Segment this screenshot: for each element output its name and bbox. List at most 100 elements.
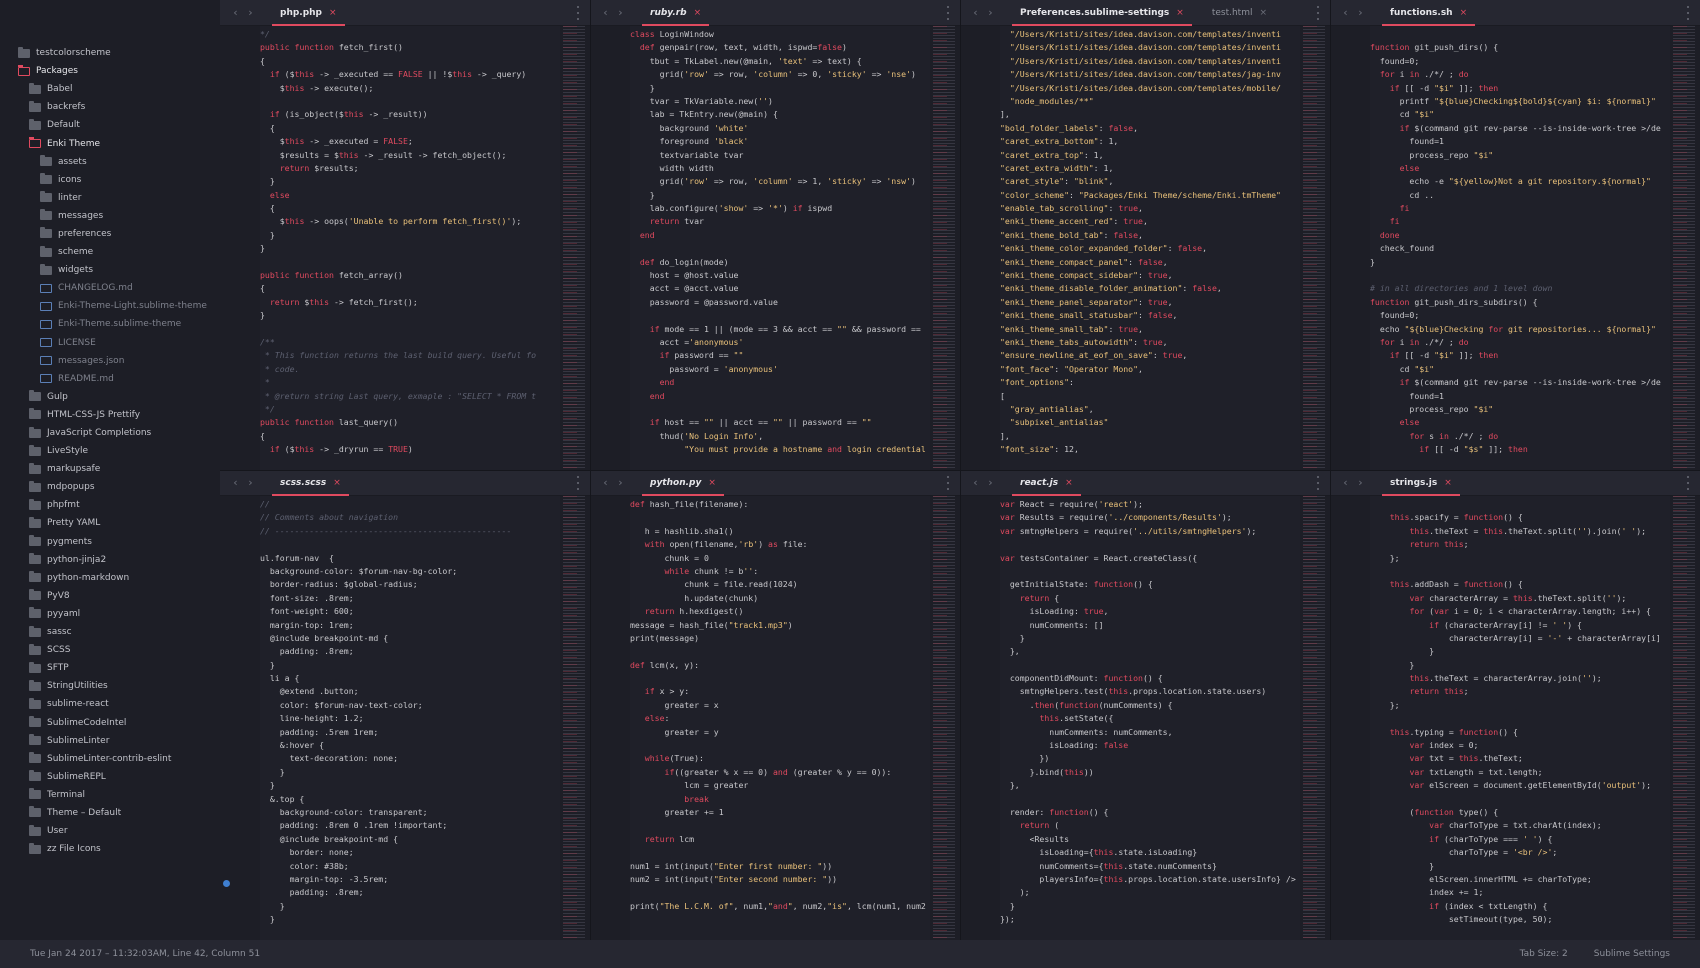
sidebar-folder[interactable]: icons <box>0 171 220 189</box>
sidebar-folder[interactable]: Gulp <box>0 388 220 406</box>
sidebar-folder[interactable]: phpfmt <box>0 496 220 514</box>
minimap[interactable] <box>560 496 590 940</box>
editor-tab[interactable]: test.html × <box>1198 0 1281 25</box>
sidebar-folder[interactable]: testcolorscheme <box>0 44 220 62</box>
sidebar-folder[interactable]: Babel <box>0 80 220 98</box>
chevron-left-icon[interactable]: ‹ <box>1343 476 1347 489</box>
editor-tab[interactable]: python.py × <box>636 470 730 496</box>
syntax-indicator[interactable]: Sublime Settings <box>1594 949 1670 959</box>
chevron-right-icon[interactable]: › <box>248 476 252 489</box>
close-tab-icon[interactable]: × <box>1444 478 1452 488</box>
minimap[interactable] <box>1300 26 1330 470</box>
sidebar-folder[interactable]: SublimeLinter <box>0 732 220 750</box>
more-options-icon[interactable] <box>577 6 580 20</box>
sidebar-file[interactable]: Enki-Theme-Light.sublime-theme <box>0 297 220 315</box>
sidebar-folder[interactable]: backrefs <box>0 98 220 116</box>
editor-pane[interactable]: ‹ › php.php × */public function fetch_first(… <box>220 0 590 470</box>
chevron-left-icon[interactable]: ‹ <box>233 6 237 19</box>
chevron-left-icon[interactable]: ‹ <box>1343 6 1347 19</box>
minimap[interactable] <box>1300 496 1330 940</box>
close-tab-icon[interactable]: × <box>1460 8 1468 18</box>
chevron-left-icon[interactable]: ‹ <box>973 6 977 19</box>
close-tab-icon[interactable]: × <box>1065 478 1073 488</box>
sidebar-folder[interactable]: markupsafe <box>0 460 220 478</box>
code-area[interactable]: function git_push_dirs() { found=0; for … <box>1370 28 1666 470</box>
close-tab-icon[interactable]: × <box>333 478 341 488</box>
more-options-icon[interactable] <box>1317 6 1320 20</box>
sidebar-file[interactable]: CHANGELOG.md <box>0 279 220 297</box>
sidebar-folder[interactable]: sublime-react <box>0 695 220 713</box>
editor-pane[interactable]: ‹ › functions.sh × function git_push_dirs() … <box>1330 0 1700 470</box>
close-tab-icon[interactable]: × <box>1176 8 1184 18</box>
more-options-icon[interactable] <box>1687 6 1690 20</box>
sidebar-file[interactable]: LICENSE <box>0 334 220 352</box>
sidebar-folder[interactable]: pygments <box>0 533 220 551</box>
editor-tab[interactable]: ruby.rb × <box>636 0 715 26</box>
sidebar-folder[interactable]: widgets <box>0 261 220 279</box>
sidebar-folder[interactable]: scheme <box>0 243 220 261</box>
sidebar-folder[interactable]: JavaScript Completions <box>0 424 220 442</box>
sidebar-folder[interactable]: python-jinja2 <box>0 551 220 569</box>
editor-pane[interactable]: ‹ › ruby.rb × class LoginWindow def genpair(… <box>590 0 960 470</box>
sidebar-folder[interactable]: SublimeCodeIntel <box>0 713 220 731</box>
code-area[interactable]: */ public function fetch_first() { if ($th… <box>260 28 556 470</box>
editor-pane[interactable]: ‹ › react.js × var React = require('react');… <box>960 470 1330 940</box>
sidebar-folder[interactable]: sassc <box>0 623 220 641</box>
sidebar-folder[interactable]: Default <box>0 116 220 134</box>
code-area[interactable]: var React = require('react'); var Results… <box>1000 498 1296 940</box>
more-options-icon[interactable] <box>1687 476 1690 490</box>
chevron-left-icon[interactable]: ‹ <box>603 6 607 19</box>
editor-pane[interactable]: ‹ › strings.js × this.spacify = function() … <box>1330 470 1700 940</box>
sidebar-file[interactable]: README.md <box>0 370 220 388</box>
chevron-left-icon[interactable]: ‹ <box>233 476 237 489</box>
chevron-left-icon[interactable]: ‹ <box>603 476 607 489</box>
close-tab-icon[interactable]: × <box>329 8 337 18</box>
editor-tab[interactable]: functions.sh × <box>1376 0 1481 26</box>
minimap[interactable] <box>930 26 960 470</box>
chevron-right-icon[interactable]: › <box>618 476 622 489</box>
sidebar-folder[interactable]: SublimeLinter-contrib-eslint <box>0 750 220 768</box>
editor-pane[interactable]: ‹ › python.py × def hash_file(filename): h =… <box>590 470 960 940</box>
minimap[interactable] <box>930 496 960 940</box>
code-area[interactable]: "/Users/Kristi/sites/idea.davison.com/te… <box>1000 28 1296 470</box>
chevron-right-icon[interactable]: › <box>988 6 992 19</box>
minimap[interactable] <box>560 26 590 470</box>
code-area[interactable]: def hash_file(filename): h = hashlib.sha… <box>630 498 926 940</box>
sidebar-folder[interactable]: HTML-CSS-JS Prettify <box>0 406 220 424</box>
tab-size-indicator[interactable]: Tab Size: 2 <box>1520 949 1568 959</box>
code-area[interactable]: // // Comments about navigation // -------… <box>260 498 556 940</box>
more-options-icon[interactable] <box>1317 476 1320 490</box>
sidebar-folder[interactable]: StringUtilities <box>0 677 220 695</box>
sidebar-folder[interactable]: mdpopups <box>0 478 220 496</box>
chevron-right-icon[interactable]: › <box>988 476 992 489</box>
chevron-right-icon[interactable]: › <box>1358 476 1362 489</box>
close-tab-icon[interactable]: × <box>1259 8 1267 18</box>
sidebar-folder[interactable]: Enki Theme <box>0 134 220 152</box>
editor-tab[interactable]: strings.js × <box>1376 470 1466 496</box>
code-area[interactable]: class LoginWindow def genpair(row, text,… <box>630 28 926 470</box>
more-options-icon[interactable] <box>947 476 950 490</box>
sidebar-folder[interactable]: User <box>0 822 220 840</box>
more-options-icon[interactable] <box>947 6 950 20</box>
chevron-right-icon[interactable]: › <box>1358 6 1362 19</box>
sidebar-folder[interactable]: Packages <box>0 62 220 80</box>
sidebar-folder[interactable]: Theme – Default <box>0 804 220 822</box>
sidebar-folder[interactable]: SublimeREPL <box>0 768 220 786</box>
sidebar-folder[interactable]: preferences <box>0 225 220 243</box>
editor-tab[interactable]: php.php × <box>266 0 351 26</box>
editor-pane[interactable]: ‹ › Preferences.sublime-settings × test.html… <box>960 0 1330 470</box>
editor-tab[interactable]: Preferences.sublime-settings × <box>1006 0 1198 26</box>
chevron-right-icon[interactable]: › <box>618 6 622 19</box>
chevron-left-icon[interactable]: ‹ <box>973 476 977 489</box>
editor-tab[interactable]: react.js × <box>1006 470 1087 496</box>
sidebar-file[interactable]: Enki-Theme.sublime-theme <box>0 315 220 333</box>
close-tab-icon[interactable]: × <box>694 8 702 18</box>
sidebar-folder[interactable]: pyyaml <box>0 605 220 623</box>
sidebar-folder[interactable]: PyV8 <box>0 587 220 605</box>
sidebar-folder[interactable]: SCSS <box>0 641 220 659</box>
close-tab-icon[interactable]: × <box>708 478 716 488</box>
sidebar-folder[interactable]: python-markdown <box>0 569 220 587</box>
minimap[interactable] <box>1670 496 1700 940</box>
sidebar-folder[interactable]: Pretty YAML <box>0 514 220 532</box>
sidebar-folder[interactable]: SFTP <box>0 659 220 677</box>
